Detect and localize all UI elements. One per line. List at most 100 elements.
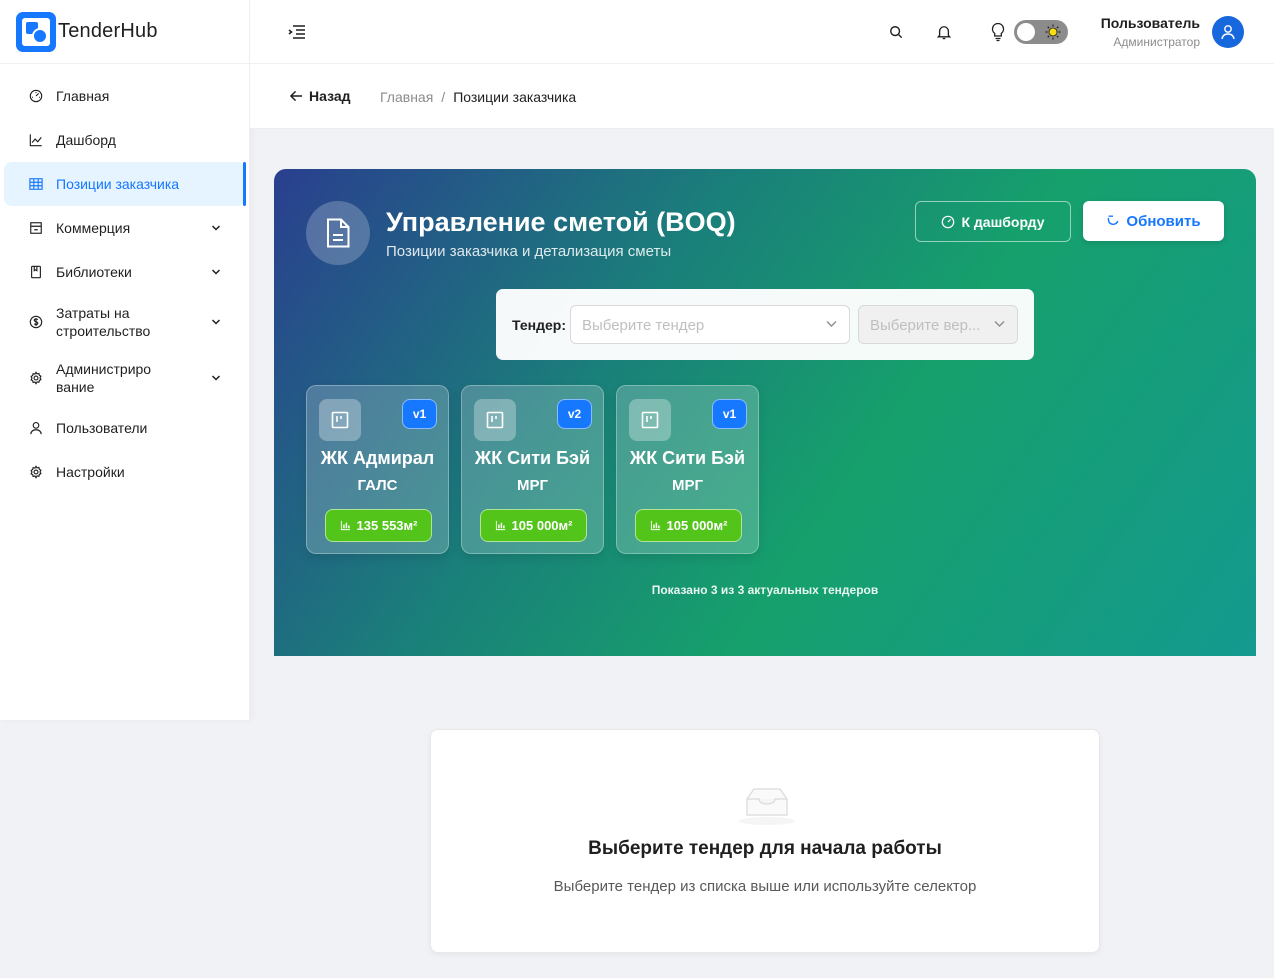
tender-card-client: МРГ — [671, 477, 703, 493]
version-badge: v1 — [402, 399, 437, 429]
bulb-icon[interactable] — [988, 22, 1008, 42]
tender-selector-panel: Тендер: Выберите тендер Выберите вер... — [496, 289, 1034, 360]
version-select-placeholder: Выберите вер... — [870, 317, 981, 334]
sidebar-item-label: Позиции заказчика — [56, 176, 180, 192]
reload-icon — [1108, 215, 1119, 225]
theme-toggle[interactable] — [1014, 20, 1068, 44]
app-logo[interactable]: TenderHub — [0, 0, 249, 64]
chevron-down-icon — [211, 225, 221, 231]
bar-chart-icon — [340, 520, 350, 531]
area-badge: 105 000м² — [635, 509, 742, 542]
sun-icon — [1045, 24, 1061, 40]
bar-chart-icon — [495, 520, 505, 531]
search-icon[interactable] — [886, 22, 906, 42]
tender-card[interactable]: v1 ЖК Адмирал ГАЛС 135 553м² — [306, 385, 449, 554]
arrow-left-icon — [290, 90, 303, 102]
tender-card[interactable]: v2 ЖК Сити Бэй МРГ 105 000м² — [461, 385, 604, 554]
sidebar-item-home[interactable]: Главная — [4, 74, 245, 118]
tender-card-client: ГАЛС — [357, 477, 398, 493]
sidebar-item-commerce[interactable]: Коммерция — [4, 206, 245, 250]
breadcrumb-bar: Назад Главная / Позиции заказчика — [250, 64, 1274, 129]
chevron-down-icon — [826, 321, 837, 327]
sidebar-item-administration[interactable]: Администриро вание — [4, 350, 245, 406]
sidebar-item-customer-positions[interactable]: Позиции заказчика — [4, 162, 246, 206]
project-icon — [629, 399, 671, 441]
project-icon — [319, 399, 361, 441]
sidebar-item-label: Пользователи — [56, 420, 148, 436]
page-subtitle: Позиции заказчика и детализация сметы — [386, 243, 672, 260]
empty-state-description: Выберите тендер из списка выше или испол… — [553, 878, 977, 895]
file-text-icon — [306, 201, 370, 265]
sidebar-item-label-line2: вание — [56, 379, 95, 395]
breadcrumb-item-home[interactable]: Главная — [380, 89, 433, 105]
sidebar-item-label: Настройки — [56, 464, 125, 480]
sidebar-item-label-line1: Затраты на — [56, 305, 130, 321]
bell-icon[interactable] — [934, 22, 954, 42]
to-dashboard-label: К дашборду — [961, 213, 1045, 230]
sidebar-item-label: Затраты на строительство — [56, 304, 203, 340]
sidebar-item-label: Администриро вание — [56, 360, 203, 396]
sidebar-item-label: Главная — [56, 88, 110, 104]
sidebar-item-label-line1: Администриро — [56, 361, 152, 377]
sidebar-item-dashboard[interactable]: Дашборд — [4, 118, 245, 162]
project-icon — [474, 399, 516, 441]
toggle-knob — [1017, 23, 1035, 41]
tender-card-name: ЖК Сити Бэй — [629, 448, 746, 468]
chevron-down-icon — [211, 269, 221, 275]
app-name: TenderHub — [58, 20, 158, 42]
sidebar-item-libraries[interactable]: Библиотеки — [4, 250, 245, 294]
back-button[interactable]: Назад — [290, 88, 351, 104]
tender-select-placeholder: Выберите тендер — [582, 317, 705, 334]
sidebar-item-users[interactable]: Пользователи — [4, 406, 245, 450]
user-name: Пользователь — [1100, 15, 1200, 31]
user-info[interactable]: Пользователь Администратор — [1101, 15, 1200, 49]
sidebar-item-label: Дашборд — [56, 132, 116, 148]
tender-select[interactable]: Выберите тендер — [570, 305, 850, 344]
to-dashboard-button[interactable]: К дашборду — [915, 201, 1071, 242]
settings-icon — [28, 464, 44, 480]
chevron-down-icon — [994, 321, 1005, 327]
chevron-down-icon — [211, 319, 221, 325]
tender-card[interactable]: v1 ЖК Сити Бэй МРГ 105 000м² — [616, 385, 759, 554]
breadcrumb: Главная / Позиции заказчика — [380, 89, 576, 105]
table-icon — [28, 176, 44, 192]
line-chart-icon — [28, 132, 44, 148]
version-badge: v1 — [712, 399, 747, 429]
sidebar-menu: Главная Дашборд Позиции заказчика Коммер… — [0, 64, 249, 494]
empty-state-title: Выберите тендер для начала работы — [588, 838, 942, 859]
tender-card-client: МРГ — [516, 477, 548, 493]
area-badge: 135 553м² — [325, 509, 432, 542]
dashboard-gauge-icon — [28, 88, 44, 104]
menu-fold-icon[interactable] — [288, 24, 306, 40]
user-icon — [28, 420, 44, 436]
tender-card-name: ЖК Сити Бэй — [474, 448, 591, 468]
dollar-icon — [28, 314, 44, 330]
boq-hero-panel: Управление сметой (BOQ) Позиции заказчик… — [274, 169, 1256, 656]
logo-icon — [16, 11, 56, 52]
settings-icon — [28, 370, 44, 386]
back-label: Назад — [309, 88, 351, 104]
top-header: Пользователь Администратор — [250, 0, 1274, 64]
user-icon — [1221, 25, 1235, 40]
sidebar-item-construction-costs[interactable]: Затраты на строительство — [4, 294, 245, 350]
sidebar-item-label-line2: строительство — [56, 323, 151, 339]
tender-card-name: ЖК Адмирал — [320, 448, 435, 468]
refresh-label: Обновить — [1126, 212, 1201, 230]
sidebar-item-label: Библиотеки — [56, 264, 132, 280]
breadcrumb-item-current: Позиции заказчика — [453, 89, 577, 105]
sidebar-item-label: Коммерция — [56, 220, 131, 236]
area-badge: 105 000м² — [480, 509, 587, 542]
area-value: 135 553м² — [356, 518, 418, 533]
tenders-count-text: Показано 3 из 3 актуальных тендеров — [651, 583, 879, 597]
sidebar: TenderHub Главная Дашборд Позиции заказч… — [0, 0, 250, 720]
avatar[interactable] — [1212, 16, 1244, 48]
chevron-down-icon — [211, 375, 221, 381]
empty-inbox-icon — [739, 788, 795, 825]
user-role: Администратор — [1113, 35, 1200, 49]
tender-label: Тендер: — [512, 317, 566, 333]
sidebar-item-settings[interactable]: Настройки — [4, 450, 245, 494]
empty-state-card: Выберите тендер для начала работы Выбери… — [430, 729, 1100, 953]
version-select[interactable]: Выберите вер... — [858, 305, 1018, 344]
area-value: 105 000м² — [511, 518, 573, 533]
refresh-button[interactable]: Обновить — [1083, 201, 1224, 241]
